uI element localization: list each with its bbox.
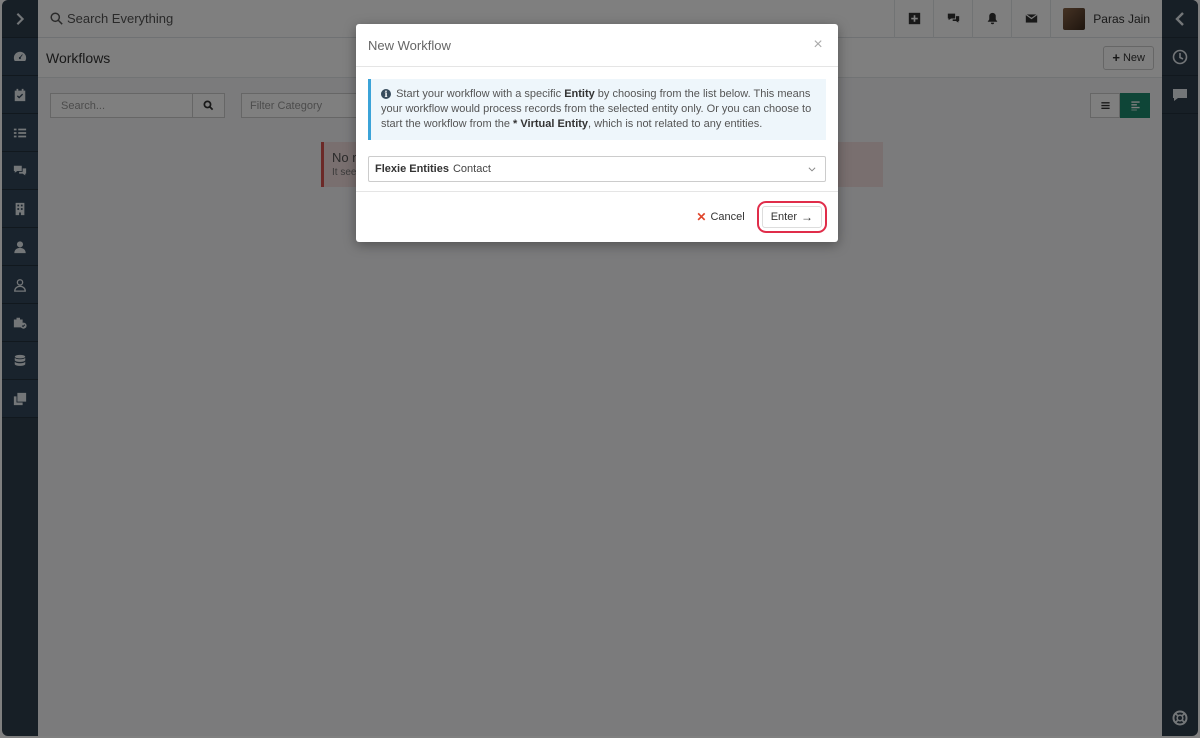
modal-body: i Start your workflow with a specific En…	[356, 67, 838, 182]
arrow-right-icon: →	[801, 210, 813, 224]
entity-select[interactable]: Flexie Entities Contact	[368, 156, 826, 182]
enter-button-highlight: Enter →	[756, 201, 827, 233]
modal-header: New Workflow ×	[356, 24, 838, 67]
modal-title: New Workflow	[368, 37, 451, 53]
cancel-label: Cancel	[710, 211, 745, 223]
info-text-virtual: * Virtual Entity	[513, 118, 589, 130]
new-workflow-modal: New Workflow × i Start your workflow wit…	[356, 24, 838, 242]
info-text-part3: , which is not related to any entities.	[588, 118, 763, 130]
info-message: i Start your workflow with a specific En…	[368, 79, 826, 140]
close-icon[interactable]: ×	[810, 36, 826, 54]
enter-label: Enter	[770, 211, 797, 223]
close-icon: ✕	[696, 210, 707, 224]
enter-button[interactable]: Enter →	[761, 206, 822, 228]
cancel-button[interactable]: ✕ Cancel	[696, 210, 744, 224]
info-icon: i	[381, 89, 391, 99]
info-text-entity: Entity	[564, 88, 595, 100]
modal-footer: ✕ Cancel Enter →	[356, 191, 838, 242]
chevron-down-icon	[808, 167, 816, 172]
entity-select-group: Flexie Entities	[375, 163, 449, 175]
entity-select-value: Contact	[452, 163, 491, 175]
info-text-part1: Start your workflow with a specific	[396, 88, 565, 100]
